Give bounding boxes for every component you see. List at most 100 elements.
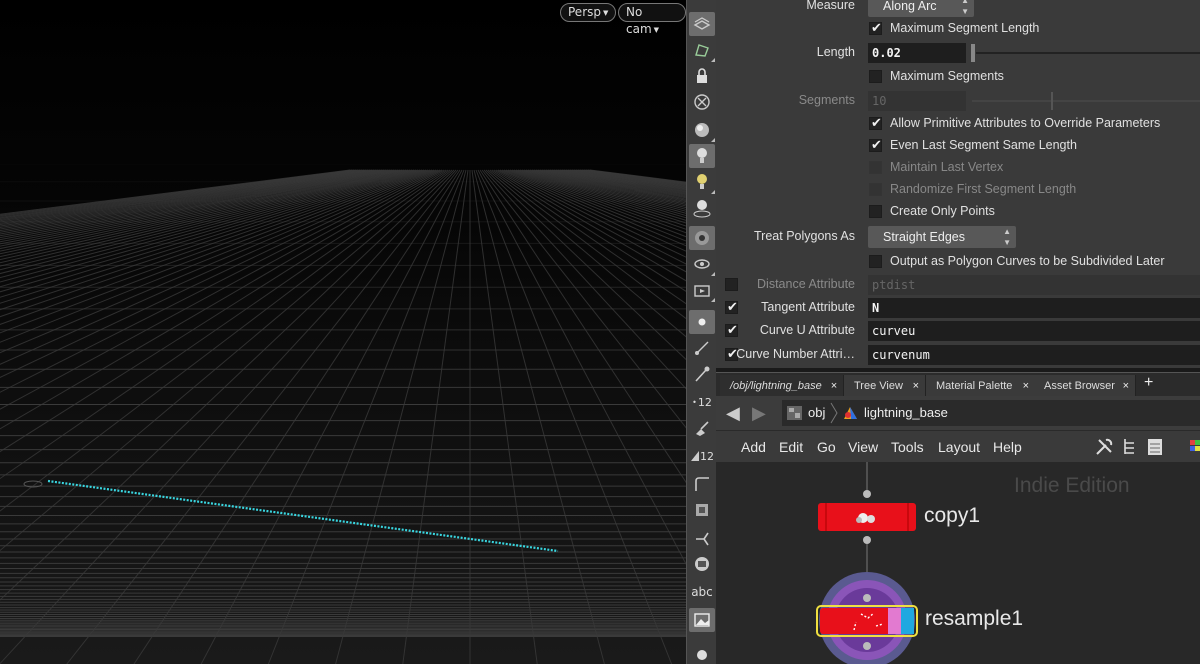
network-editor[interactable]: Indie Edition copy1 resample1: [716, 462, 1200, 664]
length-row: Length 0.02: [716, 42, 1200, 64]
treat-polygons-label: Treat Polygons As: [754, 229, 855, 243]
curvenum-attr-label: Curve Number Attri…: [736, 347, 855, 361]
curveu-attr-checkbox[interactable]: [725, 322, 738, 338]
segments-label: Segments: [798, 93, 855, 107]
create-only-checkbox[interactable]: [869, 205, 882, 218]
treat-polygons-row: Treat Polygons As Straight Edges ▲ ▼: [716, 226, 1200, 248]
display-options-icon[interactable]: [689, 12, 715, 36]
max-segment-length-checkbox[interactable]: [869, 20, 882, 36]
vector-icon[interactable]: [689, 526, 715, 550]
breadcrumb: obj lightning_base: [782, 400, 1200, 426]
measure-menu[interactable]: Along Arc ▲ ▼: [868, 0, 974, 17]
text-icon[interactable]: abc: [689, 580, 715, 604]
brush-icon[interactable]: [689, 416, 715, 440]
prim-number-icon[interactable]: 12: [689, 444, 715, 468]
maintain-last-checkbox[interactable]: [869, 161, 882, 174]
tab-tree-view[interactable]: Tree View ×: [844, 375, 926, 397]
copy1-input-connector: [863, 490, 871, 498]
allow-prim-label: Allow Primitive Attributes to Override P…: [890, 116, 1161, 130]
tree-icon[interactable]: [1122, 437, 1138, 457]
even-last-row: Even Last Segment Same Length: [716, 135, 1200, 157]
segments-row: Segments 10: [716, 90, 1200, 112]
ghost-icon[interactable]: [689, 38, 715, 62]
distance-attr-field[interactable]: ptdist: [868, 275, 1200, 295]
forward-arrow-icon[interactable]: ▶: [752, 403, 766, 424]
tab-material-palette[interactable]: Material Palette ×: [926, 375, 1036, 397]
snapshot-icon[interactable]: [689, 278, 715, 302]
lock-icon[interactable]: [689, 64, 715, 88]
shading-icon[interactable]: [689, 118, 715, 142]
xray-icon[interactable]: [689, 90, 715, 114]
view-icon[interactable]: [689, 252, 715, 276]
copy1-label[interactable]: copy1: [924, 504, 980, 528]
output-polygon-checkbox[interactable]: [869, 255, 882, 268]
camera-icon[interactable]: [689, 226, 715, 250]
allow-prim-checkbox[interactable]: [869, 115, 882, 131]
curveu-attr-label: Curve U Attribute: [759, 323, 855, 337]
rect-icon[interactable]: [689, 552, 715, 576]
menu-tools[interactable]: Tools: [891, 439, 924, 455]
max-segment-length-row: Maximum Segment Length: [716, 18, 1200, 40]
create-only-row: Create Only Points: [716, 201, 1200, 223]
point-number-icon[interactable]: • 12: [689, 390, 715, 414]
corner-icon[interactable]: [689, 472, 715, 496]
distance-attr-row: Distance Attribute ptdist: [716, 274, 1200, 296]
menu-go[interactable]: Go: [817, 439, 836, 455]
curveu-attr-field[interactable]: curveu: [868, 321, 1200, 341]
length-label: Length: [816, 45, 855, 59]
bulb-icon[interactable]: [689, 644, 715, 664]
menu-layout[interactable]: Layout: [938, 439, 980, 455]
randomize-checkbox[interactable]: [869, 183, 882, 196]
cam-select-button[interactable]: No cam ▼: [618, 3, 686, 36]
maintain-last-row: Maintain Last Vertex: [716, 157, 1200, 179]
max-segments-label: Maximum Segments: [890, 69, 1004, 83]
palette-icon[interactable]: [1188, 437, 1200, 457]
tab-network[interactable]: /obj/lightning_base ×: [720, 375, 844, 397]
crumb-obj[interactable]: obj: [808, 405, 825, 420]
menu-edit[interactable]: Edit: [779, 439, 803, 455]
menu-help[interactable]: Help: [993, 439, 1022, 455]
segments-field[interactable]: 10: [868, 91, 966, 111]
close-icon[interactable]: ×: [1023, 375, 1029, 397]
back-arrow-icon[interactable]: ◀: [726, 403, 740, 424]
point-icon[interactable]: [689, 310, 715, 334]
pin-icon[interactable]: [689, 362, 715, 386]
list-icon[interactable]: [1146, 437, 1164, 457]
output-polygon-label: Output as Polygon Curves to be Subdivide…: [890, 254, 1165, 268]
measure-label: Measure: [806, 0, 855, 12]
length-field[interactable]: 0.02: [868, 43, 966, 63]
headlight-icon[interactable]: [689, 170, 715, 194]
box-icon[interactable]: [689, 498, 715, 522]
camera-menu-button[interactable]: Persp ▼: [560, 3, 617, 22]
length-slider[interactable]: [976, 52, 1200, 54]
curvenum-attr-field[interactable]: curvenum: [868, 345, 1200, 365]
image-icon[interactable]: [689, 608, 715, 632]
menu-add[interactable]: Add: [741, 439, 766, 455]
randomize-label: Randomize First Segment Length: [890, 182, 1077, 196]
treat-polygons-menu[interactable]: Straight Edges ▲ ▼: [868, 226, 1016, 248]
light-icon[interactable]: [689, 144, 715, 168]
max-segments-checkbox[interactable]: [869, 70, 882, 83]
length-slider-knob[interactable]: [971, 44, 975, 62]
wrench-icon[interactable]: [1094, 437, 1114, 457]
close-icon[interactable]: ×: [1123, 375, 1129, 397]
segments-slider-knob[interactable]: [1051, 92, 1053, 110]
distance-attr-checkbox[interactable]: [725, 278, 738, 291]
tab-asset-browser[interactable]: Asset Browser ×: [1034, 375, 1136, 397]
resample1-label[interactable]: resample1: [925, 607, 1023, 631]
tangent-attr-checkbox[interactable]: [725, 299, 738, 315]
normal-icon[interactable]: [689, 336, 715, 360]
ambient-light-icon[interactable]: [689, 196, 715, 220]
geometry-node-icon: [844, 407, 857, 419]
tangent-attr-field[interactable]: N: [868, 298, 1200, 318]
add-tab-icon[interactable]: +: [1144, 374, 1153, 392]
close-icon[interactable]: ×: [913, 375, 919, 397]
close-icon[interactable]: ×: [831, 375, 837, 397]
curveu-attr-row: Curve U Attribute curveu: [716, 320, 1200, 342]
segments-slider[interactable]: [972, 100, 1200, 102]
randomize-row: Randomize First Segment Length: [716, 179, 1200, 201]
scene-viewport[interactable]: Persp ▼ No cam ▼: [0, 0, 686, 664]
even-last-checkbox[interactable]: [869, 137, 882, 153]
menu-view[interactable]: View: [848, 439, 878, 455]
crumb-lightning-base[interactable]: lightning_base: [864, 405, 948, 420]
